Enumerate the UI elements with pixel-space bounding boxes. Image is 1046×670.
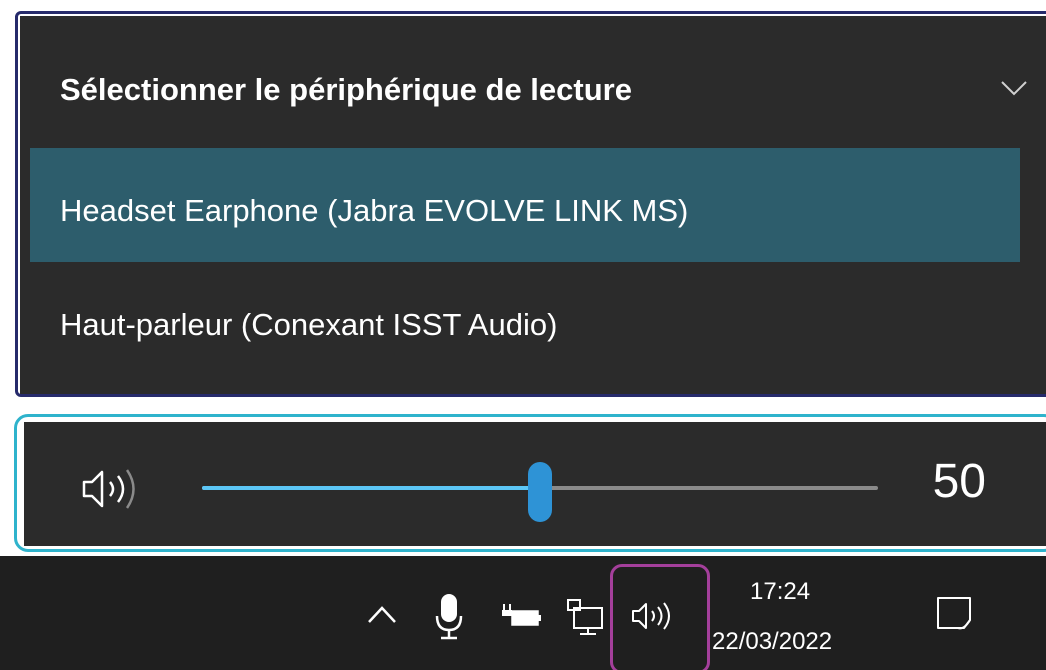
- device-item-label: Headset Earphone (Jabra EVOLVE LINK MS): [60, 193, 689, 228]
- volume-value: 50: [932, 455, 986, 508]
- playback-device-panel: Sélectionner le périphérique de lecture …: [20, 16, 1046, 396]
- volume-slider-fill: [202, 486, 540, 490]
- battery-icon[interactable]: [500, 602, 542, 628]
- clock-time: 17:24: [750, 578, 811, 605]
- network-icon[interactable]: [566, 598, 606, 636]
- clock-date: 22/03/2022: [712, 628, 833, 655]
- device-item-label: Haut-parleur (Conexant ISST Audio): [60, 307, 558, 342]
- microphone-icon[interactable]: [434, 592, 464, 642]
- chevron-up-icon[interactable]: [366, 602, 398, 628]
- speaker-icon[interactable]: [80, 466, 160, 512]
- playback-device-title: Sélectionner le périphérique de lecture: [60, 72, 632, 107]
- volume-slider[interactable]: [202, 462, 878, 522]
- notification-icon[interactable]: [936, 596, 972, 634]
- taskbar: 17:24 22/03/2022: [0, 556, 1046, 670]
- volume-panel: 50: [24, 422, 1046, 546]
- chevron-down-icon[interactable]: [1000, 78, 1028, 98]
- screenshot-canvas: Sélectionner le périphérique de lecture …: [0, 0, 1046, 670]
- speaker-icon[interactable]: [630, 600, 684, 632]
- device-item-conexant[interactable]: Haut-parleur (Conexant ISST Audio): [30, 262, 1020, 376]
- volume-slider-thumb[interactable]: [528, 462, 552, 522]
- playback-device-header[interactable]: Sélectionner le périphérique de lecture: [20, 16, 1046, 162]
- device-item-jabra[interactable]: Headset Earphone (Jabra EVOLVE LINK MS): [30, 148, 1020, 262]
